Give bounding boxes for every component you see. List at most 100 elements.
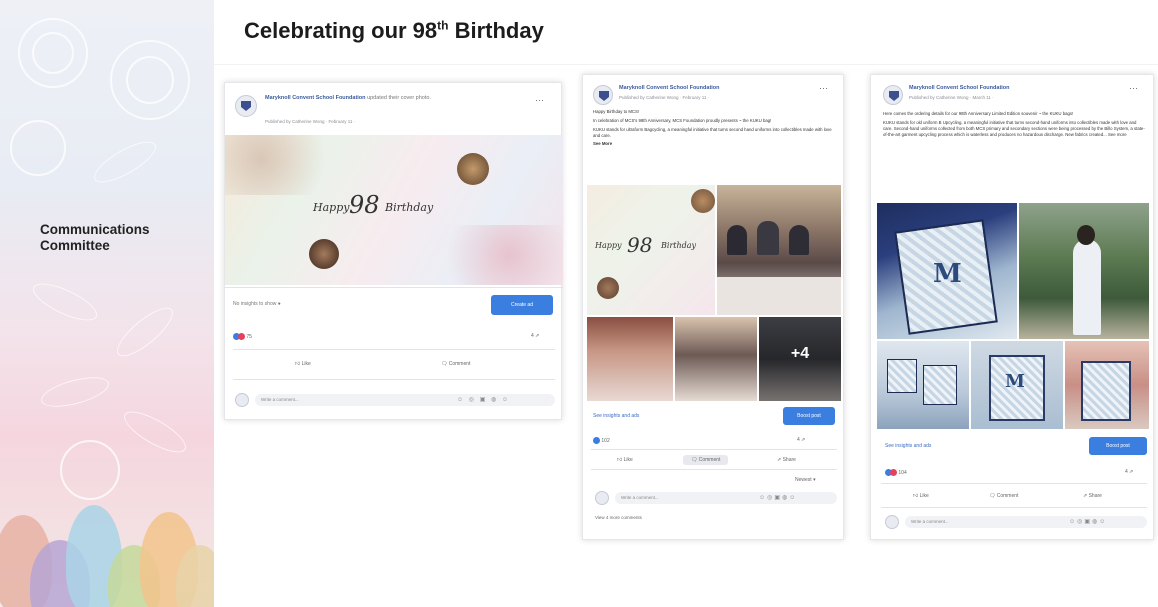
kuku-bags-display-photo[interactable]: [877, 341, 969, 429]
reactions-summary[interactable]: 102: [593, 437, 610, 444]
commenter-avatar: [235, 393, 249, 407]
comment-button[interactable]: 🗨︎ Comment: [441, 361, 470, 367]
share-button[interactable]: ⇗ Share: [1083, 493, 1102, 499]
comment-icon: 🗨︎: [691, 457, 698, 463]
comment-icon: 🗨︎: [441, 361, 448, 367]
post-text-line: KUKU stands for old uniform B Upcycling,…: [883, 120, 1145, 137]
divider: [591, 449, 837, 450]
more-photos-tile[interactable]: +4: [759, 317, 841, 401]
more-options-icon[interactable]: ···: [819, 83, 828, 93]
like-button[interactable]: 👍︎ Like: [617, 457, 633, 463]
boost-post-button[interactable]: Boost post: [783, 407, 835, 425]
committee-label-line1: Communications: [40, 222, 150, 237]
commenter-avatar: [595, 491, 609, 505]
view-more-comments-link[interactable]: View 4 more comments: [595, 515, 642, 520]
title-main: Celebrating our 98: [244, 18, 438, 43]
post-text: Here comes the ordering details for our …: [883, 111, 1145, 138]
post-page-name[interactable]: Maryknoll Convent School Foundation: [619, 85, 720, 91]
leaf-decoration: [38, 371, 112, 413]
banner-number-98: 98: [349, 191, 380, 219]
insights-label: No insights to show ●: [233, 301, 281, 307]
divider: [233, 349, 555, 350]
decorative-side-panel: Communications Committee: [0, 0, 214, 607]
flower-outline-decoration: [60, 440, 120, 500]
kuku-bag-pink-photo[interactable]: [1065, 341, 1149, 429]
title-superscript: th: [437, 18, 449, 33]
student-outdoor-photo[interactable]: [1019, 203, 1149, 339]
more-photos-count: +4: [790, 345, 810, 362]
comment-label: Comment: [996, 493, 1019, 499]
reactions-count: 102: [601, 437, 610, 444]
more-options-icon[interactable]: ···: [1129, 83, 1138, 93]
comment-sort-dropdown[interactable]: Newest ▾: [795, 477, 816, 483]
post-text-line: In celebration of MCS's 98th Anniversary…: [593, 118, 772, 123]
committee-label: Communications Committee: [40, 222, 150, 254]
divider: [591, 469, 837, 470]
page-avatar[interactable]: [883, 85, 903, 105]
like-button[interactable]: 👍︎ Like: [295, 361, 311, 367]
slide: Communications Committee Celebrating our…: [0, 0, 1158, 607]
banner-script-happy: Happy: [313, 201, 350, 214]
comment-button[interactable]: 🗨︎ Comment: [989, 493, 1018, 499]
banner-number-98: 98: [627, 233, 653, 257]
comment-label: Comment: [698, 457, 721, 463]
share-label: Share: [1088, 493, 1102, 499]
post-text-line: Happy Birthday to MCS!: [593, 109, 640, 114]
like-label: Like: [919, 493, 929, 499]
comment-emoji-icons[interactable]: ☺◎▣◍☺: [759, 494, 797, 501]
divider: [881, 507, 1147, 508]
reactions-summary[interactable]: 75: [233, 333, 252, 340]
comment-button[interactable]: 🗨︎ Comment: [683, 455, 729, 465]
comment-input[interactable]: Write a comment...: [905, 516, 1147, 528]
comment-emoji-icons[interactable]: ☺◎▣◍☺: [1069, 518, 1107, 525]
kuku-tote-photo[interactable]: M: [971, 341, 1063, 429]
see-insights-link[interactable]: See insights and ads: [593, 413, 639, 419]
comment-label: Comment: [448, 361, 471, 367]
cover-photo-image[interactable]: Happy 98 Birthday: [225, 135, 563, 285]
boost-post-button[interactable]: Boost post: [1089, 437, 1147, 455]
thumbs-up-icon: 👍︎: [913, 493, 919, 499]
post-text-line: Here comes the ordering details for our …: [883, 111, 1074, 116]
thumbs-up-icon: 👍︎: [617, 457, 623, 463]
reactions-summary[interactable]: 104: [885, 469, 907, 476]
celebration-group-photo[interactable]: [717, 185, 841, 315]
leaf-decoration: [28, 276, 102, 328]
thumbs-up-icon: 👍︎: [295, 361, 301, 367]
event-hall-photo[interactable]: [587, 317, 673, 401]
circle-photo: [309, 239, 339, 269]
comments-shares-count[interactable]: 4 ⇗: [797, 437, 805, 443]
create-ad-button[interactable]: Create ad: [491, 295, 553, 315]
post-page-name[interactable]: Maryknoll Convent School Foundation: [909, 85, 1010, 91]
more-options-icon[interactable]: ···: [535, 95, 544, 105]
comment-input[interactable]: Write a comment...: [615, 492, 837, 504]
like-reaction-icon: [593, 437, 600, 444]
like-label: Like: [623, 457, 633, 463]
see-insights-link[interactable]: See insights and ads: [885, 443, 931, 449]
like-button[interactable]: 👍︎ Like: [913, 493, 929, 499]
page-avatar[interactable]: [235, 95, 257, 117]
page-avatar[interactable]: [593, 85, 613, 105]
divider: [233, 379, 555, 380]
share-label: Share: [782, 457, 796, 463]
facebook-post-cover-photo: Maryknoll Convent School Foundation upda…: [224, 82, 563, 420]
comment-icon: 🗨︎: [989, 493, 996, 499]
birthday-banner-photo[interactable]: Happy 98 Birthday: [587, 185, 715, 315]
facebook-post-kuku-bags: Maryknoll Convent School Foundation Publ…: [870, 74, 1154, 540]
like-label: Like: [301, 361, 311, 367]
share-count-icon: 4 ⇗: [1125, 469, 1134, 475]
students-photo[interactable]: [675, 317, 757, 401]
post-action-text: updated their cover photo.: [367, 95, 431, 101]
kuku-bag-photo[interactable]: M: [877, 203, 1017, 339]
see-more-link[interactable]: See More: [593, 141, 833, 147]
leaf-decoration: [118, 404, 192, 460]
post-page-name[interactable]: Maryknoll Convent School Foundation upda…: [265, 95, 431, 101]
commenter-avatar: [885, 515, 899, 529]
comment-emoji-icons[interactable]: ☺ ◎ ▣ ◍ ☺: [457, 396, 510, 403]
post-text-line: KUKU stands for ultraform Bagcycling, a …: [593, 127, 832, 138]
reactions-count: 75: [246, 333, 252, 340]
post-text: Happy Birthday to MCS! In celebration of…: [593, 109, 833, 147]
divider: [214, 64, 1158, 65]
share-button[interactable]: ⇗ Share: [777, 457, 796, 463]
share-icon: ⇗: [777, 457, 782, 463]
share-count-icon: 4 ⇗: [531, 333, 540, 339]
